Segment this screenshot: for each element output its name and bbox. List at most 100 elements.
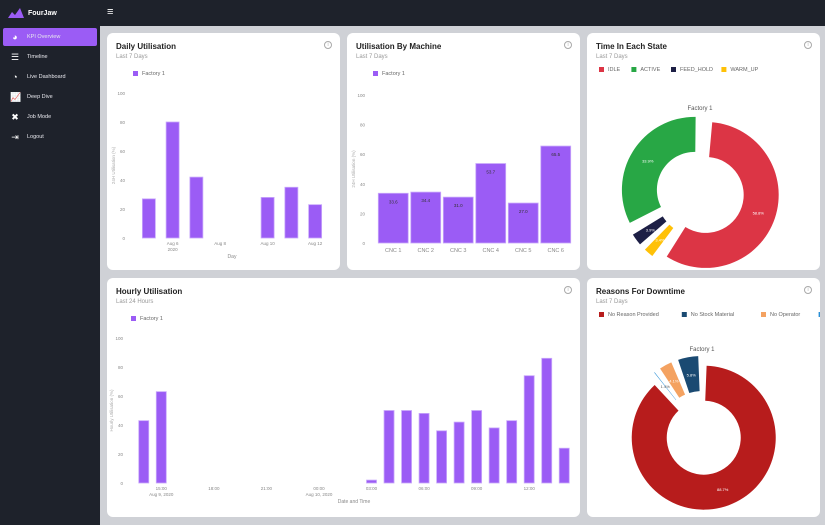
bar[interactable] [383, 410, 395, 484]
pie-slice[interactable] [631, 365, 776, 510]
bar[interactable] [418, 412, 430, 484]
legend-label[interactable]: No Stock Material [691, 312, 734, 318]
bar[interactable] [506, 420, 518, 484]
bar[interactable] [436, 430, 448, 484]
x-tick-sublabel: Aug 10, 2020 [306, 492, 333, 497]
legend-label[interactable]: IDLE [608, 67, 621, 73]
bar[interactable] [284, 186, 299, 239]
y-tick-label: 40 [120, 178, 126, 183]
y-tick-label: 60 [118, 394, 124, 399]
timeline-icon: ☰ [10, 51, 20, 62]
sidebar-item-label: Logout [27, 134, 44, 140]
legend-label[interactable]: Factory 1 [142, 71, 165, 77]
y-tick-label: 0 [120, 481, 123, 486]
legend-label[interactable]: Factory 1 [140, 316, 163, 322]
bar[interactable] [471, 410, 483, 484]
x-tick-label: Aug 12 [308, 241, 323, 246]
logo[interactable]: FourJaw [0, 0, 100, 26]
reasons-for-downtime-card: Reasons For Downtime Last 7 Days i No Reaso… [587, 278, 820, 517]
y-tick-label: 60 [360, 152, 366, 157]
state-chart: IDLE ACTIVE FEED_HOLD WARM_UP Factory 1 58.8%… [599, 67, 779, 268]
time-in-each-state-card: Time In Each State Last 7 Days i IDLE ACTIVE… [587, 33, 820, 270]
utilisation-by-machine-card: Utilisation By Machine Last 7 Days i Factor… [347, 33, 580, 270]
machine-chart: Factory 1 0 20 40 60 80 100 24H Utilisation (%)… [351, 71, 572, 254]
pie-slice[interactable] [621, 116, 696, 223]
sidebar-item-logout[interactable]: ⇥ Logout [3, 128, 97, 146]
bar[interactable] [541, 357, 553, 484]
sidebar-item-label: Deep Dive [27, 94, 53, 100]
sidebar-item-job-mode[interactable]: ✖ Job Mode [3, 108, 97, 126]
sidebar: FourJaw ◕ KPI Overview ☰ Timeline ◔ Live Dash… [0, 0, 100, 525]
bar[interactable] [308, 204, 323, 239]
legend-label[interactable]: FEED_HOLD [680, 67, 713, 73]
sidebar-item-timeline[interactable]: ☰ Timeline [3, 48, 97, 66]
x-tick-label: 18:00 [208, 486, 220, 491]
legend-swatch [671, 67, 676, 72]
slice-label: 3.4% [655, 238, 665, 243]
hamburger-menu-icon[interactable]: ≡ [107, 6, 113, 18]
bar[interactable] [558, 447, 570, 484]
legend-swatch [818, 312, 820, 317]
x-tick-label: 21:00 [261, 486, 273, 491]
y-tick-label: 80 [118, 365, 124, 370]
x-tick-label: CNC 1 [385, 248, 402, 254]
x-tick-label: 12:00 [524, 486, 536, 491]
legend-label[interactable]: ACTIVE [640, 67, 660, 73]
x-tick-label: CNC 5 [515, 248, 532, 254]
data-label: 65.5 [551, 152, 560, 157]
sidebar-item-live-dashboard[interactable]: ◔ Live Dashboard [3, 68, 97, 86]
legend-swatch [599, 67, 604, 72]
legend-swatch [631, 67, 637, 72]
y-tick-label: 0 [122, 236, 125, 241]
legend-label[interactable]: No Operator [770, 312, 800, 318]
logo-icon [8, 8, 24, 18]
x-axis-label: Date and Time [338, 499, 371, 505]
bar[interactable] [401, 410, 412, 484]
pie-chart-icon: ◕ [12, 32, 18, 42]
x-tick-label: CNC 4 [482, 248, 499, 254]
legend-label[interactable]: No Reason Provided [608, 312, 659, 318]
bar[interactable] [523, 375, 535, 484]
data-label: 53.7 [486, 170, 495, 175]
slice-label: 88.7% [717, 487, 729, 492]
y-tick-label: 40 [118, 423, 124, 428]
hourly-utilisation-card: Hourly Utilisation Last 24 Hours i Factory … [107, 278, 580, 517]
sidebar-item-deep-dive[interactable]: 📈 Deep Dive [3, 88, 97, 106]
x-tick-sublabel: 2020 [168, 247, 179, 252]
bar[interactable] [165, 121, 180, 239]
bar[interactable] [141, 198, 156, 239]
legend-swatch [721, 67, 727, 72]
daily-chart: Factory 1 0 20 40 60 80 100 24H Utilisation (%)… [111, 71, 323, 260]
x-tick-label: 00:00 [313, 486, 325, 491]
x-tick-label: CNC 3 [450, 248, 467, 254]
x-tick-label: Aug 6 [167, 241, 179, 246]
bar[interactable] [189, 176, 204, 239]
x-axis-label: Day [228, 254, 237, 260]
y-tick-label: 100 [357, 93, 365, 98]
y-axis-label: Hourly Utilisation (%) [109, 389, 114, 432]
legend-label[interactable]: Factory 1 [382, 71, 405, 77]
line-chart-icon: 📈 [10, 91, 22, 102]
bar[interactable] [475, 163, 507, 244]
pie-title: Factory 1 [687, 106, 713, 112]
bar[interactable] [366, 479, 377, 484]
bar[interactable] [260, 196, 275, 239]
y-axis-label: 24H Utilisation (%) [351, 150, 356, 188]
data-label: 34.4 [421, 198, 430, 203]
sidebar-item-kpi-overview[interactable]: ◕ KPI Overview [3, 28, 97, 46]
y-tick-label: 80 [120, 120, 126, 125]
bar[interactable] [488, 427, 500, 484]
dashboard-icon: ◔ [12, 72, 18, 82]
data-label: 33.6 [389, 199, 398, 204]
y-tick-label: 80 [360, 123, 366, 128]
legend-swatch [681, 312, 687, 317]
bar[interactable] [540, 145, 572, 244]
bar[interactable] [453, 421, 465, 484]
y-tick-label: 0 [362, 241, 365, 246]
bar[interactable] [138, 420, 150, 484]
x-tick-label: Aug 10 [260, 241, 275, 246]
legend-label[interactable]: WARM_UP [730, 67, 758, 73]
slice-label: 4.1% [669, 379, 679, 384]
bar[interactable] [155, 391, 167, 484]
hourly-chart: Factory 1 0 20 40 60 80 100 Hourly Utilisation … [109, 316, 570, 505]
